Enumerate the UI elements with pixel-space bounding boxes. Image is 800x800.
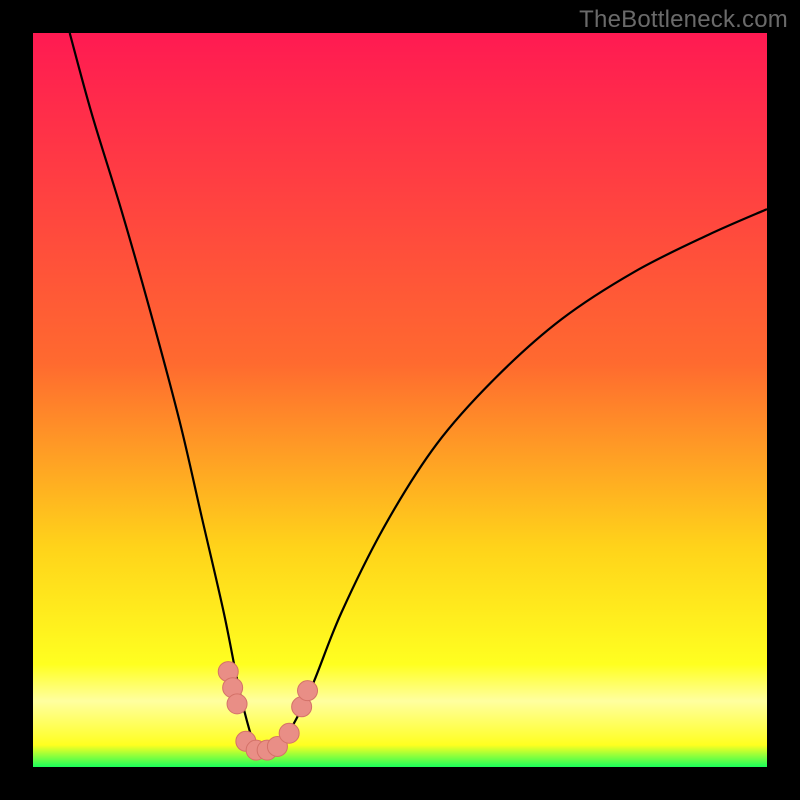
marker-point-2 (227, 694, 247, 714)
gradient-background (33, 33, 767, 767)
watermark-text: TheBottleneck.com (579, 6, 788, 34)
outer-frame: TheBottleneck.com (0, 0, 800, 800)
marker-point-7 (279, 723, 299, 743)
plot-area (33, 33, 767, 767)
marker-point-9 (298, 681, 318, 701)
bottleneck-chart (33, 33, 767, 767)
